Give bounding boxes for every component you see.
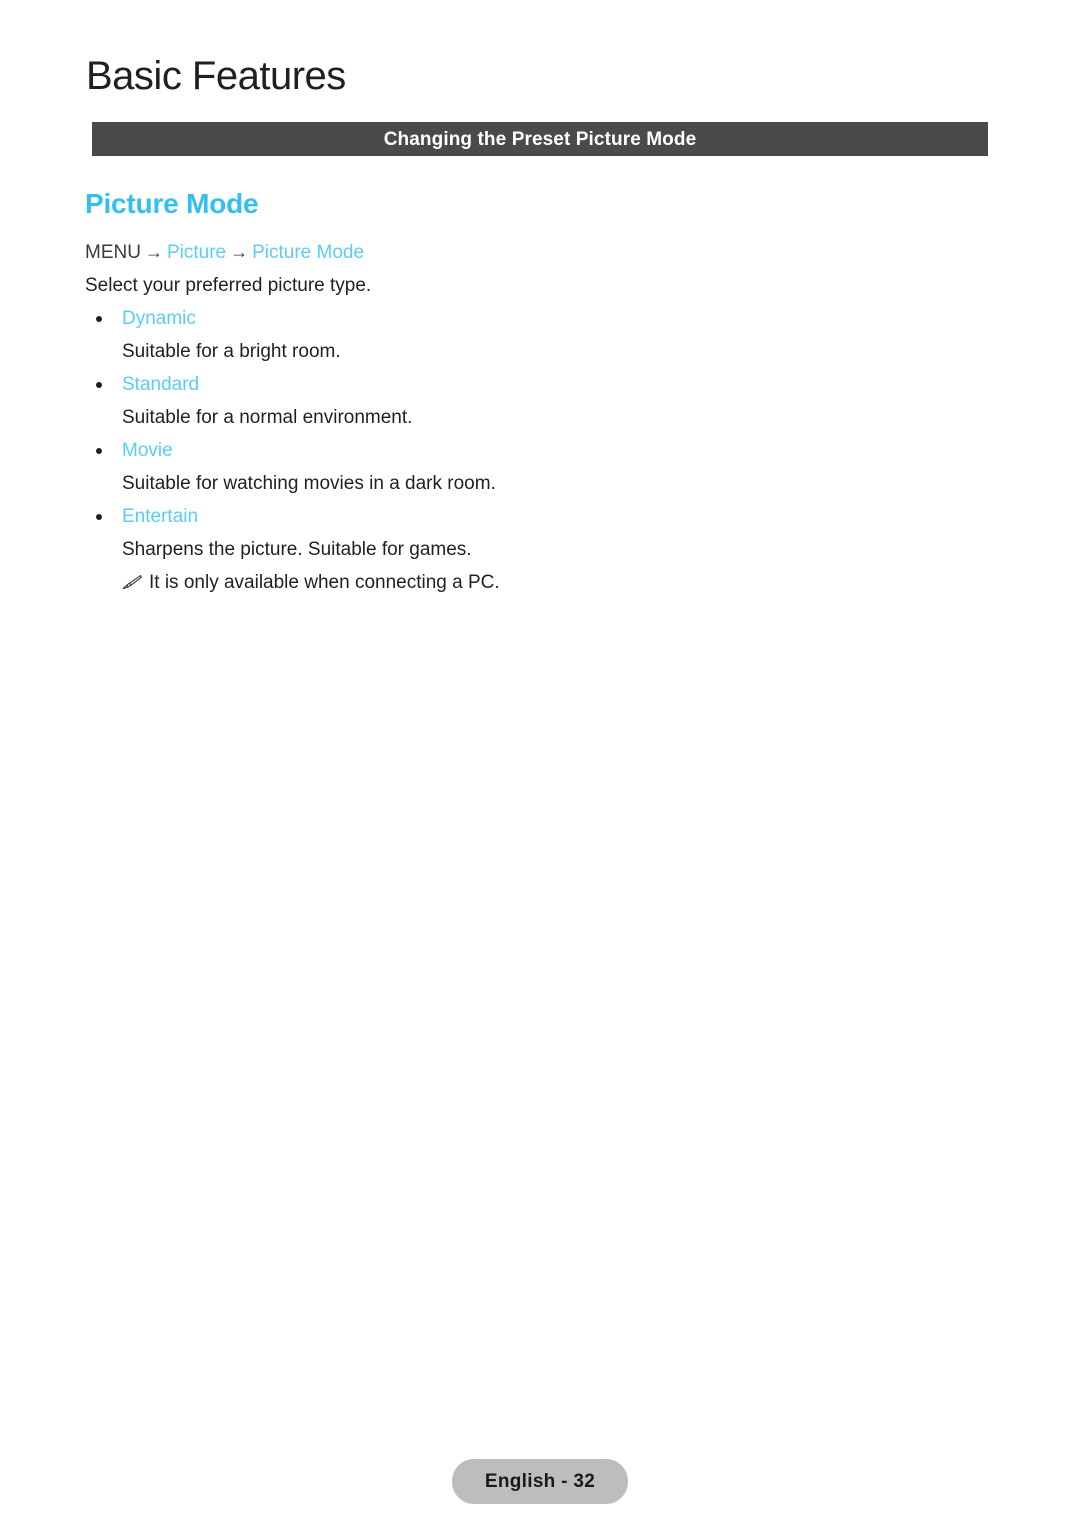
intro-text: Select your preferred picture type. [85, 275, 372, 296]
option-description-entertain: Sharpens the picture. Suitable for games… [122, 539, 472, 560]
breadcrumb: MENU → Picture → Picture Mode [85, 236, 985, 269]
note-line: It is only available when connecting a P… [85, 566, 985, 599]
option-name-standard[interactable]: Standard [122, 368, 985, 401]
bullet-icon [96, 316, 102, 322]
breadcrumb-root: MENU [85, 242, 141, 263]
breadcrumb-level-2[interactable]: Picture Mode [252, 242, 364, 263]
option-description-movie: Suitable for watching movies in a dark r… [122, 473, 496, 494]
note-text: It is only available when connecting a P… [149, 572, 500, 593]
option-description-standard: Suitable for a normal environment. [122, 407, 413, 428]
list-item[interactable]: Standard Suitable for a normal environme… [85, 368, 985, 434]
section-header-label: Changing the Preset Picture Mode [383, 128, 697, 150]
breadcrumb-level-1[interactable]: Picture [167, 242, 226, 263]
topic-heading: Picture Mode [85, 188, 259, 219]
section-header-bar: Changing the Preset Picture Mode [92, 122, 988, 156]
pencil-note-icon [122, 574, 142, 590]
option-name-dynamic[interactable]: Dynamic [122, 302, 985, 335]
content-column: Picture Mode MENU → Picture → Picture Mode S… [85, 186, 985, 599]
bullet-icon [96, 514, 102, 520]
page-number-badge: English - 32 [452, 1459, 628, 1504]
list-item[interactable]: Entertain Sharpens the picture. Suitable… [85, 500, 985, 566]
list-item[interactable]: Dynamic Suitable for a bright room. [85, 302, 985, 368]
bullet-icon [96, 448, 102, 454]
breadcrumb-arrow-icon: → [144, 242, 163, 262]
bullet-icon [96, 382, 102, 388]
option-description-dynamic: Suitable for a bright room. [122, 341, 341, 362]
footer: English - 32 [0, 1459, 1080, 1504]
option-name-movie[interactable]: Movie [122, 434, 985, 467]
page-number-label: English - 32 [484, 1470, 596, 1492]
page-title: Basic Features [86, 54, 346, 98]
option-name-entertain[interactable]: Entertain [122, 500, 985, 533]
breadcrumb-arrow-icon: → [230, 242, 249, 262]
picture-mode-option-list: Dynamic Suitable for a bright room. Stan… [85, 302, 985, 566]
list-item[interactable]: Movie Suitable for watching movies in a … [85, 434, 985, 500]
